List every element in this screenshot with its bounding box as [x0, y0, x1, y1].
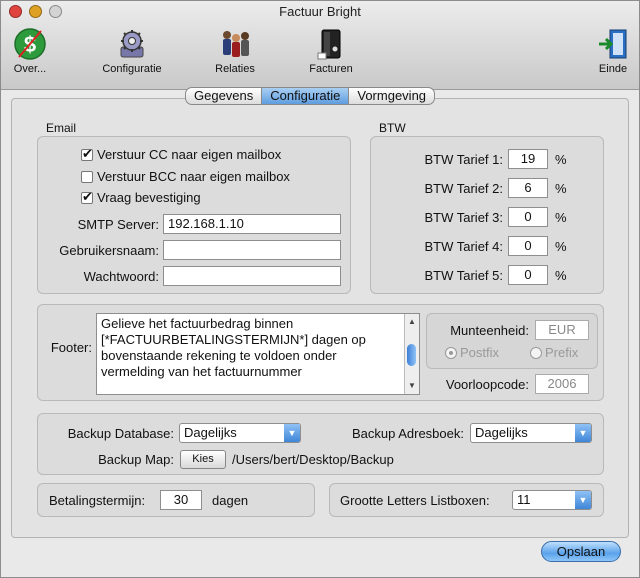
- postfix-radio-row[interactable]: Postfix: [445, 345, 499, 360]
- user-input[interactable]: [163, 240, 341, 260]
- footer-line-1: Gelieve het factuurbedrag binnen: [101, 316, 294, 331]
- user-label: Gebruikersnaam:: [59, 243, 159, 258]
- prefix-radio-row[interactable]: Prefix: [530, 345, 578, 360]
- tab-vormgeving[interactable]: Vormgeving: [349, 88, 434, 104]
- voorloop-input[interactable]: 2006: [535, 374, 589, 394]
- prefix-label: Prefix: [545, 345, 579, 360]
- people-icon: [223, 31, 249, 57]
- btw-unit-4: %: [555, 239, 567, 254]
- dollar-icon: $: [14, 28, 46, 60]
- cc-checkbox[interactable]: [81, 146, 93, 162]
- backup-path: /Users/bert/Desktop/Backup: [232, 452, 394, 467]
- cc-checkbox-row[interactable]: Verstuur CC naar eigen mailbox: [81, 146, 282, 162]
- btw-unit-1: %: [555, 152, 567, 167]
- binder-icon: [317, 29, 341, 60]
- confirm-checkbox[interactable]: [81, 189, 93, 205]
- confirm-checkbox-row[interactable]: Vraag bevestiging: [81, 189, 201, 205]
- backup-db-label: Backup Database:: [67, 426, 174, 441]
- pass-label: Wachtwoord:: [83, 269, 159, 284]
- backup-db-select[interactable]: Dagelijks ▼: [179, 423, 301, 443]
- footer-line-4: vermelding van het factuurnummer: [101, 364, 302, 379]
- fontsize-label: Grootte Letters Listboxen:: [340, 493, 490, 508]
- exit-icon: [599, 29, 627, 59]
- bcc-checkbox[interactable]: [81, 171, 93, 183]
- btw-unit-3: %: [555, 210, 567, 225]
- backup-addr-select[interactable]: Dagelijks ▼: [470, 423, 592, 443]
- currency-input[interactable]: EUR: [535, 320, 589, 340]
- voorloop-label: Voorloopcode:: [445, 377, 529, 392]
- footer-line-3: bovenstaande rekening te voldoen onder: [101, 348, 337, 363]
- payment-label: Betalingstermijn:: [49, 493, 146, 508]
- toolbar-relaties-button[interactable]: Relaties: [207, 27, 263, 75]
- btw-group-title: BTW: [379, 121, 406, 135]
- payment-input[interactable]: 30: [160, 490, 202, 510]
- confirm-label: Vraag bevestiging: [97, 190, 201, 205]
- smtp-label: SMTP Server:: [77, 217, 159, 232]
- toolbar-facturen-button[interactable]: Facturen: [304, 27, 358, 75]
- btw-rate-input-4[interactable]: 0: [508, 236, 548, 256]
- payment-unit: dagen: [212, 493, 249, 508]
- bcc-checkbox-row[interactable]: Verstuur BCC naar eigen mailbox: [81, 169, 290, 184]
- btw-rate-label-5: BTW Tarief 5:: [424, 268, 503, 283]
- btw-rate-label-2: BTW Tarief 2:: [424, 181, 503, 196]
- btw-rate-input-2[interactable]: 6: [508, 178, 548, 198]
- pass-input[interactable]: [163, 266, 341, 286]
- currency-label: Munteenheid:: [450, 323, 529, 338]
- btw-rate-label-3: BTW Tarief 3:: [424, 210, 503, 225]
- postfix-radio[interactable]: [445, 347, 457, 359]
- email-group-title: Email: [46, 121, 77, 135]
- tab-gegevens[interactable]: Gegevens: [186, 88, 263, 104]
- footer-line-2: [*FACTUURBETALINGSTERMIJN*] dagen op: [101, 332, 366, 347]
- backup-addr-label: Backup Adresboek:: [351, 426, 464, 441]
- backup-map-label: Backup Map:: [98, 452, 174, 467]
- gear-icon: [120, 30, 144, 58]
- smtp-input[interactable]: 192.168.1.10: [163, 214, 341, 234]
- btw-unit-2: %: [555, 181, 567, 196]
- prefix-radio[interactable]: [530, 347, 542, 359]
- btw-rate-input-3[interactable]: 0: [508, 207, 548, 227]
- scroll-down-arrow-icon[interactable]: ▼: [405, 378, 419, 394]
- toolbar-facturen-label: Facturen: [309, 63, 353, 75]
- fontsize-select[interactable]: 11 ▼: [512, 490, 592, 510]
- app-window: Factuur Bright $ Over... Configuratie: [0, 0, 640, 578]
- chevron-down-icon: ▼: [575, 424, 591, 442]
- toolbar-configuratie-button[interactable]: Configuratie: [96, 27, 168, 75]
- tab-configuratie[interactable]: Configuratie: [262, 88, 350, 104]
- save-button[interactable]: Opslaan: [541, 541, 621, 562]
- toolbar-einde-button[interactable]: Einde: [593, 27, 633, 75]
- btw-rate-input-1[interactable]: 19: [508, 149, 548, 169]
- chevron-down-icon: ▼: [575, 491, 591, 509]
- window-title: Factuur Bright: [279, 4, 361, 19]
- toolbar-relaties-label: Relaties: [215, 63, 255, 75]
- btw-rate-input-5[interactable]: 0: [508, 265, 548, 285]
- footer-textarea[interactable]: Gelieve het factuurbedrag binnen [*FACTU…: [96, 313, 420, 395]
- toolbar-over-button[interactable]: $ Over...: [7, 27, 53, 75]
- fontsize-value: 11: [517, 492, 531, 507]
- footer-label: Footer:: [50, 340, 92, 355]
- toolbar-einde-label: Einde: [598, 63, 628, 75]
- scroll-thumb[interactable]: [407, 344, 416, 366]
- toolbar-over-label: Over...: [13, 63, 47, 75]
- title-bar: Factuur Bright $ Over... Configuratie: [1, 1, 639, 90]
- toolbar-configuratie-label: Configuratie: [102, 63, 162, 75]
- cc-label: Verstuur CC naar eigen mailbox: [97, 147, 282, 162]
- footer-scrollbar[interactable]: ▲ ▼: [404, 314, 419, 394]
- btw-unit-5: %: [555, 268, 567, 283]
- btw-rate-label-4: BTW Tarief 4:: [424, 239, 503, 254]
- postfix-label: Postfix: [460, 345, 500, 360]
- btw-rate-label-1: BTW Tarief 1:: [424, 152, 503, 167]
- kies-button[interactable]: Kies: [180, 450, 226, 469]
- backup-db-value: Dagelijks: [184, 425, 237, 440]
- tab-bar: Gegevens Configuratie Vormgeving: [185, 87, 436, 105]
- scroll-up-arrow-icon[interactable]: ▲: [405, 314, 419, 330]
- backup-addr-value: Dagelijks: [475, 425, 528, 440]
- bcc-label: Verstuur BCC naar eigen mailbox: [97, 169, 290, 184]
- chevron-down-icon: ▼: [284, 424, 300, 442]
